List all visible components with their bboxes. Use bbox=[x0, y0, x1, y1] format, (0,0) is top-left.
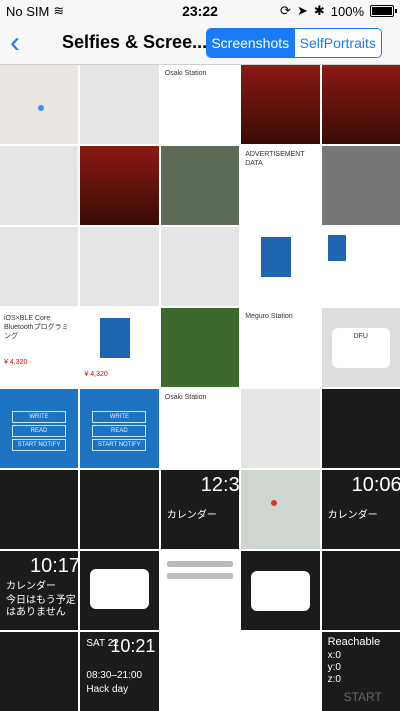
ble-notify-button: START NOTIFY bbox=[92, 439, 147, 451]
thumbnail-cannot-connect[interactable] bbox=[241, 551, 320, 630]
thumbnail-watch-apps[interactable] bbox=[0, 632, 79, 711]
photo-grid: Osaki Station ADVERTISEMENT DATA iOS×BLE… bbox=[0, 65, 400, 711]
thumbnail-ble-app[interactable]: WRITE READ START NOTIFY bbox=[0, 389, 79, 468]
map-pin-icon bbox=[271, 500, 278, 506]
ble-write-button: WRITE bbox=[92, 411, 147, 423]
dfu-title: DFU bbox=[353, 333, 368, 340]
book-price: ¥ 4,320 bbox=[84, 371, 108, 378]
thumbnail-watch-event[interactable]: SAT 22 10:21 08:30–21:00 Hack day bbox=[80, 632, 159, 711]
thumbnail-blurred-dark[interactable] bbox=[321, 146, 400, 225]
alert-box bbox=[90, 569, 149, 609]
thumbnail-map[interactable] bbox=[0, 65, 79, 144]
reachable-x: x:0 bbox=[327, 650, 341, 661]
thumbnail-book-detail-2[interactable]: ¥ 4,320 bbox=[80, 308, 159, 387]
event-time: 08:30–21:00 bbox=[86, 670, 143, 681]
text-line bbox=[166, 573, 234, 579]
watch-time: 10:06 bbox=[351, 474, 400, 496]
battery-icon bbox=[370, 5, 397, 17]
book-cover bbox=[100, 318, 131, 358]
thumbnail-reachable[interactable]: Reachable x:0 y:0 z:0 START bbox=[321, 632, 400, 711]
watch-time: 10:21 bbox=[110, 636, 156, 656]
thumbnail-text-dark-3[interactable] bbox=[321, 551, 400, 630]
page-title: Selfies & Scree... bbox=[62, 32, 208, 52]
thumbnail-ad-data[interactable]: ADVERTISEMENT DATA bbox=[241, 146, 320, 225]
text-line bbox=[166, 561, 234, 567]
watch-time: 10:17 bbox=[30, 555, 79, 577]
thumbnail-game-1[interactable] bbox=[241, 65, 320, 144]
event-name: Hack day bbox=[86, 684, 129, 695]
thumbnail-blurred[interactable] bbox=[0, 227, 79, 306]
dfu-alert: DFU bbox=[331, 328, 390, 368]
thumbnail-book-list[interactable] bbox=[321, 227, 400, 306]
thumbnail-text-dark-2[interactable] bbox=[80, 470, 159, 549]
game-panel bbox=[241, 65, 320, 144]
thumbnail-game-3[interactable] bbox=[80, 146, 159, 225]
thumbnail-route[interactable]: Osaki Station bbox=[160, 389, 240, 468]
calendar-label: カレンダー bbox=[327, 510, 378, 521]
book-price: ¥ 4,320 bbox=[4, 359, 28, 366]
watch-time: 12:36 bbox=[200, 474, 240, 496]
thumbnail-watch-map[interactable] bbox=[241, 470, 320, 549]
game-panel bbox=[80, 146, 159, 225]
thumbnail-transit-list[interactable]: Osaki Station bbox=[160, 65, 240, 144]
route-label: Osaki Station bbox=[164, 394, 207, 401]
thumbnail-dark-dots[interactable] bbox=[321, 389, 400, 468]
battery-fill bbox=[372, 7, 392, 15]
game-panel bbox=[321, 65, 400, 144]
thumbnail-book[interactable] bbox=[241, 227, 320, 306]
battery-percent: 100% bbox=[330, 3, 364, 19]
chevron-left-icon[interactable]: ‹ bbox=[10, 28, 20, 58]
book-cover bbox=[327, 235, 346, 261]
thumbnail-dfu[interactable]: DFU bbox=[321, 308, 400, 387]
thumbnail-blurred[interactable] bbox=[0, 146, 79, 225]
book-cover bbox=[261, 237, 292, 277]
segmented-control: Screenshots SelfPortraits bbox=[206, 28, 382, 58]
segment-screenshots[interactable]: Screenshots bbox=[207, 29, 294, 57]
ble-notify-button: START NOTIFY bbox=[12, 439, 66, 451]
thumbnail-chart-2[interactable] bbox=[241, 632, 320, 711]
thumbnail-game-2[interactable] bbox=[321, 65, 400, 144]
location-icon: ➤ bbox=[296, 3, 308, 18]
ble-read-button: READ bbox=[12, 425, 66, 437]
segment-selfportraits[interactable]: SelfPortraits bbox=[293, 29, 381, 57]
thumbnail-game-field[interactable] bbox=[160, 308, 240, 387]
alert-box bbox=[251, 571, 310, 611]
reachable-y: y:0 bbox=[327, 662, 341, 673]
thumbnail-transit-2[interactable]: Meguro Station bbox=[241, 308, 320, 387]
no-plans-text: 今日はもう予定はありません bbox=[6, 595, 76, 618]
thumbnail-text-dark[interactable] bbox=[0, 470, 79, 549]
thumbnail-pairing-failed[interactable] bbox=[80, 551, 159, 630]
station-label: Meguro Station bbox=[245, 313, 293, 320]
ad-header: ADVERTISEMENT DATA bbox=[245, 151, 305, 167]
thumbnail-game-board[interactable] bbox=[160, 146, 240, 225]
thumbnail-watch-doc[interactable] bbox=[160, 551, 240, 630]
thumbnail-chart[interactable] bbox=[160, 632, 240, 711]
calendar-label: カレンダー bbox=[166, 510, 217, 521]
ble-read-button: READ bbox=[92, 425, 147, 437]
bluetooth-icon: ✱ bbox=[313, 3, 325, 18]
reachable-label: Reachable bbox=[327, 636, 381, 648]
thumbnail-book-detail[interactable]: iOS×BLE Core Bluetoothプログラミング ¥ 4,320 bbox=[0, 308, 79, 387]
thumbnail-blurred[interactable] bbox=[80, 65, 159, 144]
book-title: iOS×BLE Core Bluetoothプログラミング bbox=[4, 315, 69, 340]
location-dot-icon bbox=[38, 105, 44, 111]
thumbnail-blurred[interactable] bbox=[80, 227, 159, 306]
start-button: START bbox=[343, 690, 382, 704]
navigation-bar: ‹ Selfies & Scree... Screenshots SelfPor… bbox=[0, 22, 400, 65]
thumbnail-ble-app-2[interactable]: WRITE READ START NOTIFY bbox=[80, 389, 159, 468]
reachable-z: z:0 bbox=[327, 674, 341, 685]
thumbnail-blank[interactable] bbox=[241, 389, 320, 468]
thumbnail-watch-clock[interactable]: 10:17 カレンダー 今日はもう予定はありません bbox=[0, 551, 79, 630]
thumbnail-watch-calendar[interactable]: 12:36 カレンダー bbox=[160, 470, 240, 549]
thumbnail-watch-calendar-2[interactable]: 10:06 カレンダー bbox=[321, 470, 400, 549]
ble-write-button: WRITE bbox=[12, 411, 66, 423]
lock-rotation-icon: ⟳ bbox=[280, 3, 291, 18]
thumbnail-blurred[interactable] bbox=[160, 227, 240, 306]
status-right: ⟳ ➤ ✱ 100% bbox=[280, 3, 397, 19]
status-bar: No SIM ≋ 23:22 ⟳ ➤ ✱ 100% bbox=[0, 0, 400, 22]
thumb-text: Osaki Station bbox=[164, 70, 207, 77]
calendar-label: カレンダー bbox=[6, 581, 56, 592]
